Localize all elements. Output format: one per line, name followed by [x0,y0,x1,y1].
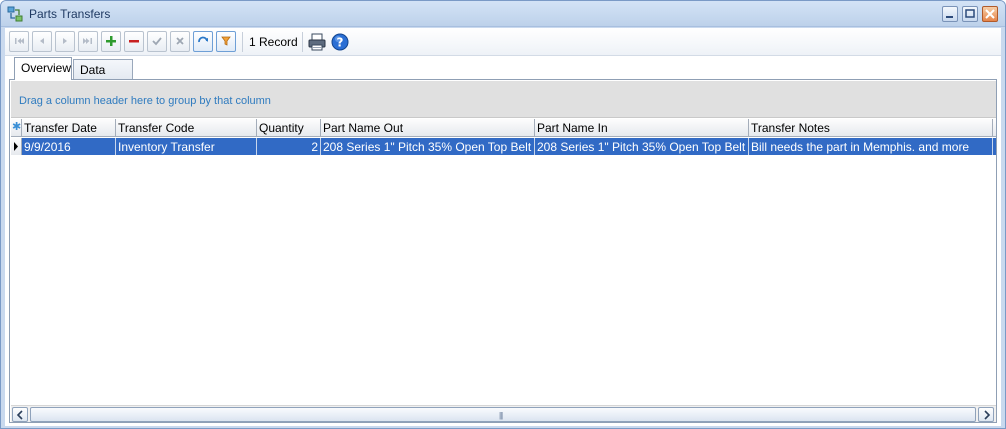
close-icon [985,9,995,19]
previous-icon [40,38,44,44]
close-button[interactable] [982,6,998,22]
last-icon [83,38,92,44]
filter-icon [221,36,231,46]
check-icon [152,37,162,46]
previous-record-button[interactable] [32,31,52,52]
parts-transfers-window: Parts Transfers 1 Record ? Overview Data… [0,0,1006,429]
column-header-part-name-in[interactable]: Part Name In [535,119,749,137]
cell-part-name-out[interactable]: 208 Series 1" Pitch 35% Open Top Belt Fo… [321,138,535,155]
x-icon [176,37,184,45]
scrollbar-thumb[interactable]: ||| [30,407,976,422]
navigator-toolbar: 1 Record ? [5,28,1001,56]
tab-data-view[interactable]: Data View [73,59,133,91]
refresh-button[interactable] [193,31,213,52]
scroll-right-button[interactable] [978,407,994,422]
add-record-button[interactable] [101,31,121,52]
column-header-quantity[interactable]: Quantity [257,119,321,137]
column-header-part-name-out[interactable]: Part Name Out [321,119,535,137]
column-header-transfer-notes[interactable]: Transfer Notes [749,119,993,137]
chevron-left-icon [16,410,23,420]
last-record-button[interactable] [78,31,98,52]
minimize-icon [946,16,953,18]
cell-quantity[interactable]: 2 [257,138,321,155]
record-count: 1 Record [249,35,298,49]
group-by-area[interactable]: Drag a column header here to group by th… [11,81,996,118]
plus-icon [106,36,116,46]
help-icon[interactable]: ? [330,32,350,52]
minimize-button[interactable] [942,6,958,22]
filter-button[interactable] [216,31,236,52]
save-record-button[interactable] [147,31,167,52]
new-row-indicator[interactable]: ✱ [11,119,22,137]
chevron-right-icon [984,410,991,420]
view-tabs: Overview Data View [5,57,1001,91]
column-header-transfer-code[interactable]: Transfer Code [116,119,257,137]
window-title: Parts Transfers [29,7,111,21]
row-indicator[interactable] [11,138,22,155]
horizontal-scrollbar[interactable]: ||| [11,405,996,422]
toolbar-separator [302,32,303,52]
grid-header: ✱ Transfer Date Transfer Code Quantity P… [11,119,996,137]
group-by-hint: Drag a column header here to group by th… [19,95,271,107]
cell-transfer-code[interactable]: Inventory Transfer [116,138,257,155]
column-header-transfer-date[interactable]: Transfer Date [22,119,116,137]
first-icon [15,38,24,44]
transfer-arrows-icon [7,6,23,22]
refresh-icon [198,36,208,43]
first-record-button[interactable] [9,31,29,52]
printer-icon[interactable] [307,32,327,52]
delete-record-button[interactable] [124,31,144,52]
maximize-button[interactable] [962,6,978,22]
scroll-left-button[interactable] [12,407,28,422]
next-icon [63,38,67,44]
next-record-button[interactable] [55,31,75,52]
table-row[interactable]: 9/9/2016 Inventory Transfer 2 208 Series… [11,138,996,155]
asterisk-icon: ✱ [12,121,22,133]
minus-icon [129,40,139,43]
toolbar-separator [242,32,243,52]
title-bar[interactable]: Parts Transfers [1,1,1005,27]
cancel-edit-button[interactable] [170,31,190,52]
cell-transfer-date[interactable]: 9/9/2016 [22,138,116,155]
cell-part-name-in[interactable]: 208 Series 1" Pitch 35% Open Top Belt Fo… [535,138,749,155]
overview-panel: Drag a column header here to group by th… [9,79,997,423]
current-row-arrow-icon [14,142,18,151]
window-content: 1 Record ? Overview Data View Drag a col… [5,28,1001,426]
svg-text:?: ? [337,36,344,50]
tab-overview[interactable]: Overview [14,57,72,80]
maximize-icon [965,9,975,18]
cell-transfer-notes[interactable]: Bill needs the part in Memphis. and more [749,138,993,155]
grip-icon: ||| [499,411,503,420]
